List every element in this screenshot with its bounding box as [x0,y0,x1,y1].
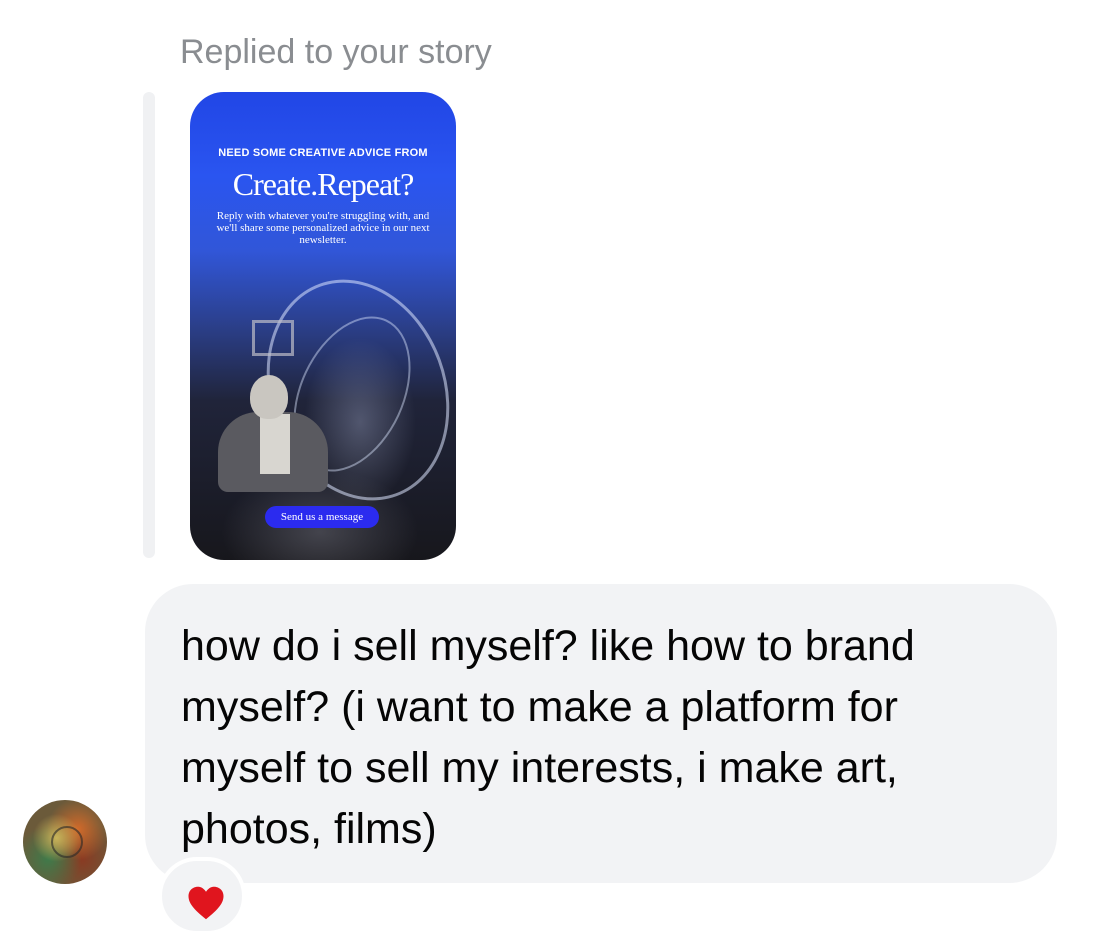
reply-quote-bar [143,92,155,558]
story-body-text: Reply with whatever you're struggling wi… [216,210,430,246]
story-cta-button[interactable]: Send us a message [265,506,379,528]
message-bubble[interactable]: how do i sell myself? like how to brand … [145,584,1057,883]
sender-avatar[interactable] [23,800,107,884]
avatar-detail [51,826,83,858]
man-head-graphic [250,375,288,419]
story-title: Create.Repeat? [232,166,415,202]
story-eyebrow: NEED SOME CREATIVE ADVICE FROM [218,147,428,159]
heart-icon [188,886,224,920]
man-shirt-graphic [260,414,290,474]
reaction-badge[interactable] [158,857,246,935]
replied-to-story-label: Replied to your story [180,33,492,71]
message-text: how do i sell myself? like how to brand … [181,622,915,853]
story-preview[interactable]: NEED SOME CREATIVE ADVICE FROM Create.Re… [190,92,456,560]
wall-frame-graphic [252,320,294,356]
